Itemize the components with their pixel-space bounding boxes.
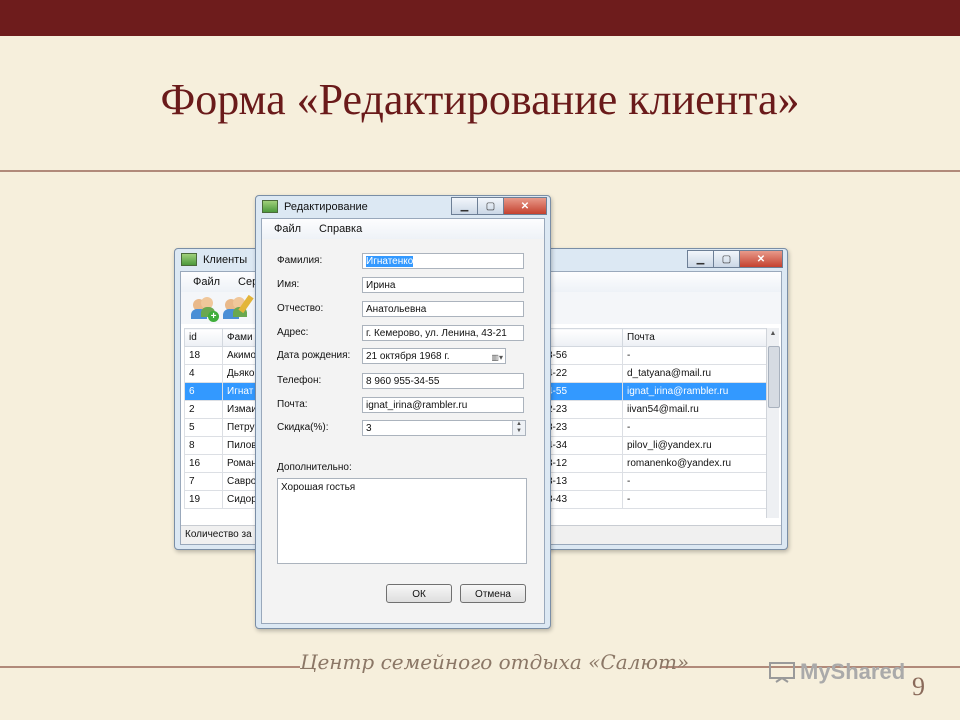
cell-email: ignat_irina@rambler.ru [622,382,767,401]
close-icon[interactable]: ✕ [739,250,783,268]
cell-id: 18 [184,346,223,365]
surname-value: Игнатенко [366,256,414,267]
address-field[interactable]: г. Кемерово, ул. Ленина, 43-21 [362,325,524,341]
slide-title: Форма «Редактирование клиента» [160,75,800,124]
cell-email: d_tatyana@mail.ru [622,364,767,383]
cell-id: 8 [184,436,223,455]
birthdate-value: 21 октября 1968 г. [366,351,450,362]
spin-buttons: ▲ ▼ [512,421,525,435]
cell-id: 4 [184,364,223,383]
cancel-button[interactable]: Отмена [460,584,526,603]
notes-label: Дополнительно: [277,462,352,473]
address-label: Адрес: [277,327,309,338]
phone-field[interactable]: 8 960 955-34-55 [362,373,524,389]
menu-file[interactable]: Файл [193,276,220,288]
add-client-icon[interactable]: + [191,295,219,322]
cell-phone: 3-43 [542,490,623,509]
watermark-text: MyShared [800,659,906,684]
cell-email: iivan54@mail.ru [622,400,767,419]
cell-phone: 4-22 [542,364,623,383]
phone-label: Телефон: [277,375,322,386]
name-label: Имя: [277,279,300,290]
cell-phone: 3-56 [542,346,623,365]
clients-window-controls: ▁ ▢ ✕ [687,250,783,268]
cell-id: 7 [184,472,223,491]
birthdate-picker[interactable]: 21 октября 1968 г. ▥▾ [362,348,506,364]
edit-menubar: Файл Справка [262,219,544,239]
cell-phone: 3-12 [542,454,623,473]
app-icon [262,200,278,213]
cell-email: - [622,346,767,365]
column-header-email[interactable]: Почта [622,328,767,347]
notes-textarea[interactable]: Хорошая гостья [277,478,527,564]
table-scrollbar[interactable]: ▲ [766,328,780,518]
clients-window-title-text: Клиенты [203,253,248,266]
cell-id: 5 [184,418,223,437]
menu-file[interactable]: Файл [274,223,301,235]
cell-email: romanenko@yandex.ru [622,454,767,473]
edit-client-area: Файл Справка Фамилия: Игнатенко Имя: Ири… [261,218,545,624]
discount-label: Скидка(%): [277,422,329,433]
top-accent-bar [0,0,960,36]
maximize-icon[interactable]: ▢ [713,250,740,268]
birthdate-label: Дата рождения: [277,350,351,361]
watermark: MyShared [768,656,905,688]
edit-window-controls: ▁ ▢ ✕ [451,197,547,215]
cell-phone: 3-23 [542,418,623,437]
clients-window-title: Клиенты [181,253,247,266]
menu-help[interactable]: Справка [319,223,362,235]
footer-text: Центр семейного отдыха «Салют» [300,650,690,674]
email-label: Почта: [277,399,308,410]
column-header-phone[interactable] [542,328,623,347]
discount-value: 3 [366,423,372,434]
title-divider [0,170,960,172]
maximize-icon[interactable]: ▢ [477,197,504,215]
presentation-icon [769,662,795,683]
edit-client-icon[interactable] [223,294,254,321]
cell-id: 16 [184,454,223,473]
page-number: 9 [912,672,925,701]
cell-phone: 4-55 [542,382,623,401]
cell-email: - [622,472,767,491]
spin-up-icon[interactable]: ▲ [513,421,525,428]
scroll-up-icon[interactable]: ▲ [767,328,779,340]
edit-window-title-text: Редактирование [284,200,368,213]
close-icon[interactable]: ✕ [503,197,547,215]
cell-email: pilov_li@yandex.ru [622,436,767,455]
surname-label: Фамилия: [277,255,323,266]
footer-divider-left [0,666,300,668]
minimize-icon[interactable]: ▁ [451,197,478,215]
calendar-dropdown-icon[interactable]: ▥▾ [481,350,503,362]
scrollbar-thumb[interactable] [768,346,780,408]
cell-id: 19 [184,490,223,509]
cell-email: - [622,490,767,509]
minimize-icon[interactable]: ▁ [687,250,714,268]
cell-id: 2 [184,400,223,419]
app-icon [181,253,197,266]
cell-email: - [622,418,767,437]
cell-phone: 3-13 [542,472,623,491]
surname-field[interactable]: Игнатенко [362,253,524,269]
cell-id: 6 [184,382,223,401]
cell-phone: 4-34 [542,436,623,455]
name-field[interactable]: Ирина [362,277,524,293]
spin-down-icon[interactable]: ▼ [513,428,525,435]
email-field[interactable]: ignat_irina@rambler.ru [362,397,524,413]
column-header-id[interactable]: id [184,328,223,347]
ok-button[interactable]: ОК [386,584,452,603]
discount-stepper[interactable]: 3 ▲ ▼ [362,420,526,436]
patronymic-label: Отчество: [277,303,324,314]
patronymic-field[interactable]: Анатольевна [362,301,524,317]
edit-window-title: Редактирование [262,200,368,213]
edit-window[interactable]: Редактирование ▁ ▢ ✕ Файл Справка Фамили… [255,195,551,629]
cell-phone: 2-23 [542,400,623,419]
